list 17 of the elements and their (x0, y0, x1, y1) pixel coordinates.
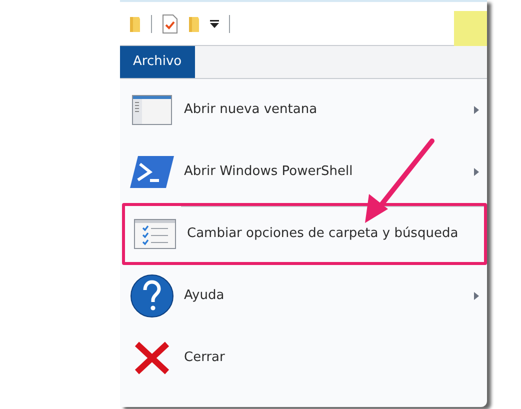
menu-item[interactable]: Ayuda (126, 265, 479, 327)
highlight-swatch (454, 11, 487, 46)
powershell-icon (130, 156, 174, 188)
help-icon (130, 274, 174, 318)
menu-item[interactable]: Cambiar opciones de carpeta y búsqueda (122, 203, 487, 265)
submenu-arrow-icon (474, 106, 479, 114)
close-icon (133, 340, 171, 376)
ribbon-tab[interactable]: Archivo (120, 46, 195, 78)
menu-item[interactable]: Cerrar (126, 327, 479, 389)
menu-item[interactable]: Abrir nueva ventana (126, 79, 479, 141)
menu-item[interactable]: Abrir Windows PowerShell (126, 141, 479, 203)
submenu-arrow-icon (474, 292, 479, 300)
window-icon (132, 95, 172, 125)
checklist-document-icon[interactable] (162, 14, 178, 34)
dropdown-icon[interactable] (210, 20, 219, 28)
submenu-arrow-icon (474, 168, 479, 176)
checklist-window-icon (134, 219, 176, 249)
